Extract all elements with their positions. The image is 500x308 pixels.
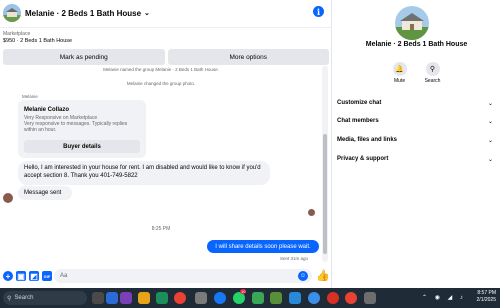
card-sender-label: Melanie [22, 94, 38, 99]
mark-as-pending-button[interactable]: Mark as pending [3, 49, 165, 65]
app-icon[interactable] [327, 292, 339, 304]
listing-price-title: $950 · 2 Beds 1 Bath House [3, 38, 73, 44]
image-icon[interactable]: ▣ [16, 271, 26, 281]
search-button[interactable]: ⚲ Search [424, 62, 441, 84]
card-description: Very Responsive on Marketplace Very resp… [24, 115, 140, 133]
system-tray-icons[interactable]: ⌃ ◉ ◢ ♪ [422, 294, 466, 301]
message-input-placeholder: Aa [60, 273, 68, 279]
time-divider: 8:25 PM [151, 226, 171, 232]
info-icon[interactable]: i [313, 6, 324, 17]
chat-header: Melanie · 2 Beds 1 Bath House ⌄ i [0, 0, 332, 26]
message-input[interactable]: Aa [54, 269, 312, 283]
start-icon[interactable] [106, 292, 118, 304]
seen-avatar [308, 209, 315, 216]
sender-avatar[interactable] [3, 193, 13, 203]
search-icon: ⚲ [7, 295, 12, 302]
chevron-down-icon: ⌄ [487, 137, 493, 144]
conversation-info-pane: Melanie · 2 Beds 1 Bath House 🔔 Mute ⚲ S… [333, 0, 500, 288]
browser-icon[interactable] [308, 292, 320, 304]
section-customize-chat[interactable]: Customize chat ⌄ [337, 95, 497, 111]
vscode-icon[interactable] [289, 292, 301, 304]
bell-icon: 🔔 [392, 62, 407, 76]
listing-actions: Mark as pending More options [0, 49, 332, 65]
chevron-down-icon: ⌄ [487, 118, 493, 125]
app-icon[interactable] [195, 292, 207, 304]
section-media-files-links[interactable]: Media, files and links ⌄ [337, 132, 497, 148]
chevron-down-icon: ⌄ [487, 100, 493, 107]
seller-profile-card: Melanie Collazo Very Responsive on Marke… [18, 100, 146, 158]
app-icon[interactable] [252, 292, 264, 304]
app-icon[interactable] [270, 292, 282, 304]
card-desc-line: Very responsive to messages. Typically r… [24, 121, 128, 133]
chevron-down-icon: ⌄ [144, 10, 150, 17]
card-name: Melanie Collazo [24, 107, 70, 113]
section-label: Media, files and links [337, 137, 398, 143]
chevron-down-icon: ⌄ [487, 156, 493, 163]
clock-date: 2/1/2025 [476, 297, 496, 303]
section-privacy-support[interactable]: Privacy & support ⌄ [337, 151, 497, 167]
section-chat-members[interactable]: Chat members ⌄ [337, 113, 497, 129]
more-options-button[interactable]: More options [167, 49, 329, 65]
emoji-icon[interactable]: ☺ [298, 271, 308, 281]
mute-label: Mute [394, 78, 406, 84]
thumbs-up-icon[interactable]: 👍 [316, 269, 330, 282]
search-label: Search [424, 78, 441, 84]
teams-icon[interactable] [120, 292, 132, 304]
listing-banner[interactable]: Marketplace $950 · 2 Beds 1 Bath House [0, 27, 332, 49]
edge-icon[interactable] [156, 292, 168, 304]
taskbar-search-placeholder: Search [14, 295, 34, 301]
section-label: Chat members [337, 118, 379, 124]
sent-status: Sent 31m ago [280, 256, 309, 261]
listing-label: Marketplace [3, 31, 31, 37]
chat-pane: Melanie · 2 Beds 1 Bath House ⌄ i Market… [0, 0, 332, 288]
system-message: Melanie named the group Melanie · 2 Beds… [103, 67, 219, 72]
group-avatar[interactable] [3, 4, 21, 22]
facebook-icon[interactable] [214, 292, 226, 304]
chat-title-button[interactable]: Melanie · 2 Beds 1 Bath House ⌄ [25, 9, 150, 18]
info-actions: 🔔 Mute ⚲ Search [333, 62, 500, 84]
file-explorer-icon[interactable] [138, 292, 150, 304]
section-label: Customize chat [337, 100, 382, 106]
plus-icon[interactable]: + [3, 271, 13, 281]
sticker-icon[interactable]: ◩ [29, 271, 39, 281]
outgoing-message: I will share details soon please wait. [207, 240, 319, 253]
widgets-icon[interactable] [92, 292, 104, 304]
incoming-message: Message sent [18, 186, 72, 200]
taskbar: ⚲ Search 10 ⌃ ◉ ◢ ♪ 8:57 PM 2/1/2025 [0, 288, 500, 308]
scroll-thumb[interactable] [323, 134, 327, 254]
composer: + ▣ ◩ GIF Aa ☺ 👍 [0, 266, 332, 286]
group-photo[interactable] [395, 6, 429, 40]
incoming-message: Hello, I am interested in your house for… [18, 161, 270, 185]
buyer-details-button[interactable]: Buyer details [24, 140, 140, 153]
system-message: Melanie changed the group photo. [126, 81, 196, 86]
clock-time: 8:57 PM [477, 290, 496, 296]
mute-button[interactable]: 🔔 Mute [392, 62, 407, 84]
section-label: Privacy & support [337, 156, 389, 162]
notification-badge: 10 [240, 289, 247, 294]
chrome-icon[interactable] [174, 292, 186, 304]
chat-title: Melanie · 2 Beds 1 Bath House [25, 8, 142, 18]
chat-scrollbar[interactable] [322, 66, 328, 262]
info-title: Melanie · 2 Beds 1 Bath House [365, 41, 468, 48]
app-icon[interactable] [364, 292, 376, 304]
taskbar-search[interactable]: ⚲ Search [3, 291, 87, 305]
search-icon: ⚲ [425, 62, 440, 76]
clock[interactable]: 8:57 PM 2/1/2025 [477, 290, 496, 304]
gif-icon[interactable]: GIF [42, 271, 52, 281]
chrome-icon[interactable] [345, 292, 357, 304]
